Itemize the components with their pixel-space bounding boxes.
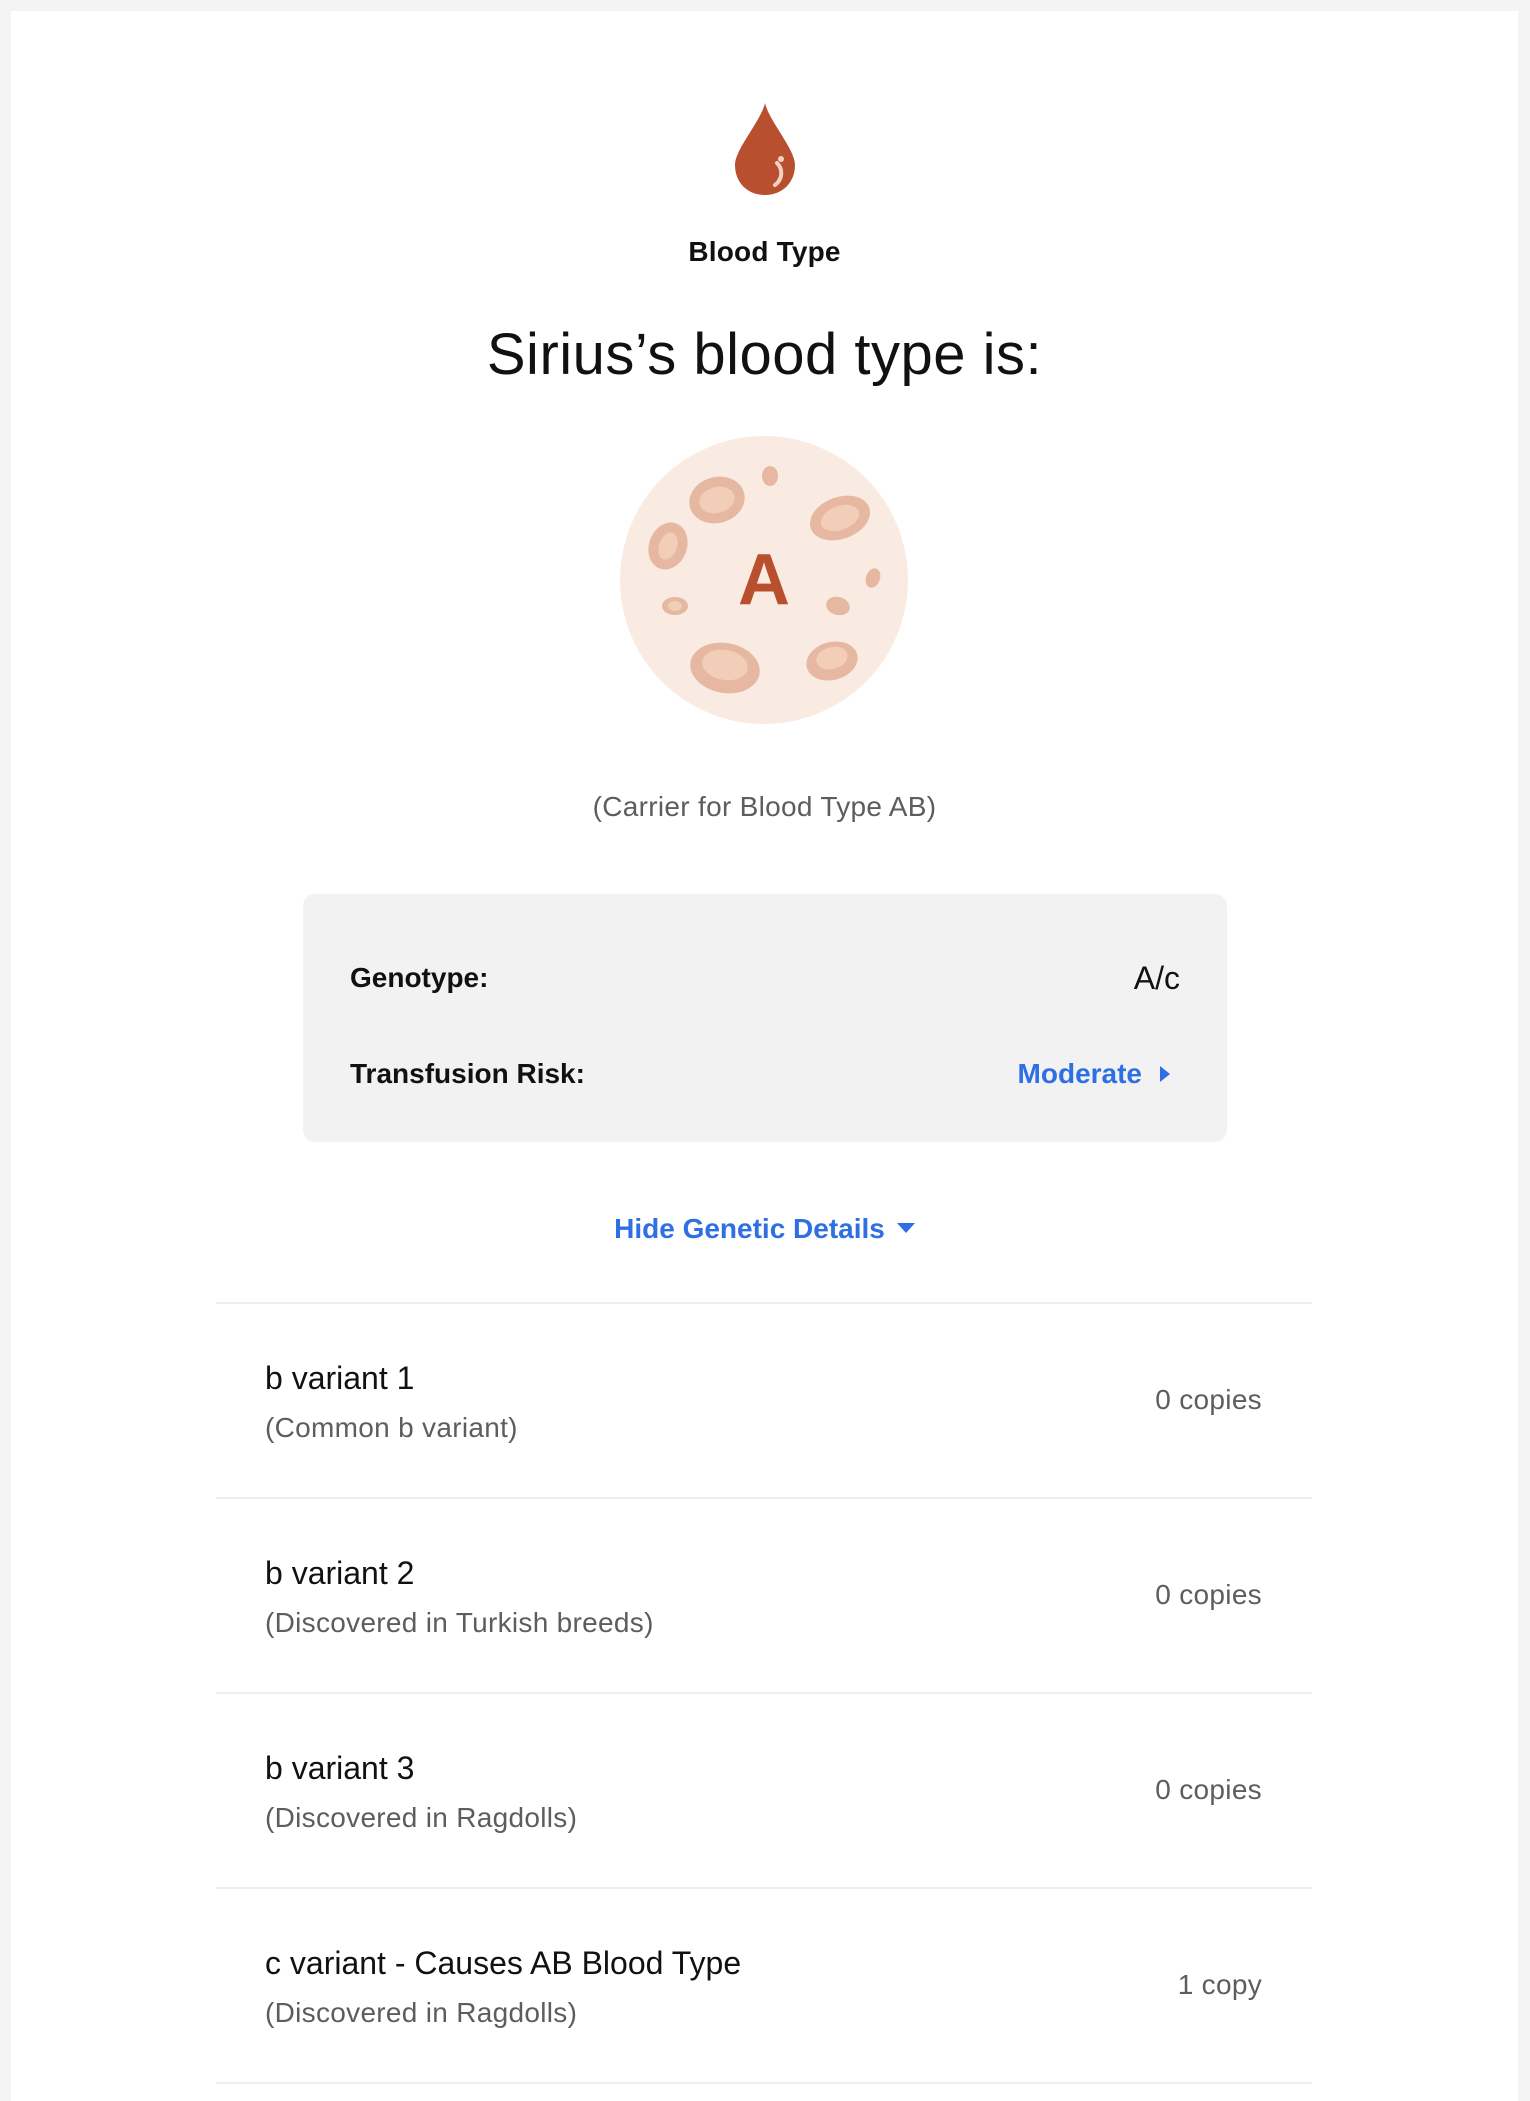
transfusion-risk-link[interactable]: Moderate xyxy=(1018,1054,1170,1094)
transfusion-risk-row: Transfusion Risk: Moderate xyxy=(350,1054,1180,1094)
transfusion-risk-label: Transfusion Risk: xyxy=(350,1058,585,1089)
list-item: b variant 1 (Common b variant) 0 copies xyxy=(216,1302,1312,1497)
variant-copies: 0 copies xyxy=(1155,1579,1262,1610)
variant-name: b variant 2 xyxy=(265,1555,415,1591)
variant-name: c variant - Causes AB Blood Type xyxy=(265,1945,742,1981)
genotype-value: A/c xyxy=(1133,960,1180,996)
list-item: c variant - Causes AB Blood Type (Discov… xyxy=(216,1887,1312,2084)
blood-type-card: Blood Type Sirius’s blood type is: A (Ca… xyxy=(11,11,1518,2101)
section-label: Blood Type xyxy=(688,236,841,267)
variant-description: (Discovered in Ragdolls) xyxy=(265,1997,578,2028)
variant-list: b variant 1 (Common b variant) 0 copies … xyxy=(216,1302,1312,2084)
blood-drop-icon xyxy=(734,103,795,195)
summary-box: Genotype: A/c Transfusion Risk: Moderate xyxy=(303,894,1227,1142)
blood-drop-container xyxy=(11,101,1518,202)
hide-genetic-details-button[interactable]: Hide Genetic Details xyxy=(614,1213,915,1244)
list-item: b variant 3 (Discovered in Ragdolls) 0 c… xyxy=(216,1692,1312,1887)
variant-description: (Discovered in Ragdolls) xyxy=(265,1802,578,1833)
variant-copies: 1 copy xyxy=(1177,1969,1262,2000)
variant-name: b variant 1 xyxy=(265,1360,415,1396)
genotype-label: Genotype: xyxy=(350,962,489,993)
genotype-row: Genotype: A/c xyxy=(350,958,1180,998)
variant-copies: 0 copies xyxy=(1155,1774,1262,1805)
transfusion-risk-value: Moderate xyxy=(1017,1058,1142,1089)
variant-name: b variant 3 xyxy=(265,1750,415,1786)
toggle-label: Hide Genetic Details xyxy=(614,1213,885,1244)
genetic-details-toggle-row: Hide Genetic Details xyxy=(11,1213,1518,1245)
caret-down-icon xyxy=(896,1222,915,1233)
page-title: Sirius’s blood type is: xyxy=(486,322,1043,387)
list-item: b variant 2 (Discovered in Turkish breed… xyxy=(216,1497,1312,1692)
variant-description: (Discovered in Turkish breeds) xyxy=(265,1607,654,1638)
variant-copies: 0 copies xyxy=(1155,1384,1262,1415)
blood-type-letter: A xyxy=(738,540,790,620)
variant-description: (Common b variant) xyxy=(265,1412,518,1443)
carrier-note: (Carrier for Blood Type AB) xyxy=(592,791,937,822)
chevron-right-icon xyxy=(1160,1065,1170,1082)
